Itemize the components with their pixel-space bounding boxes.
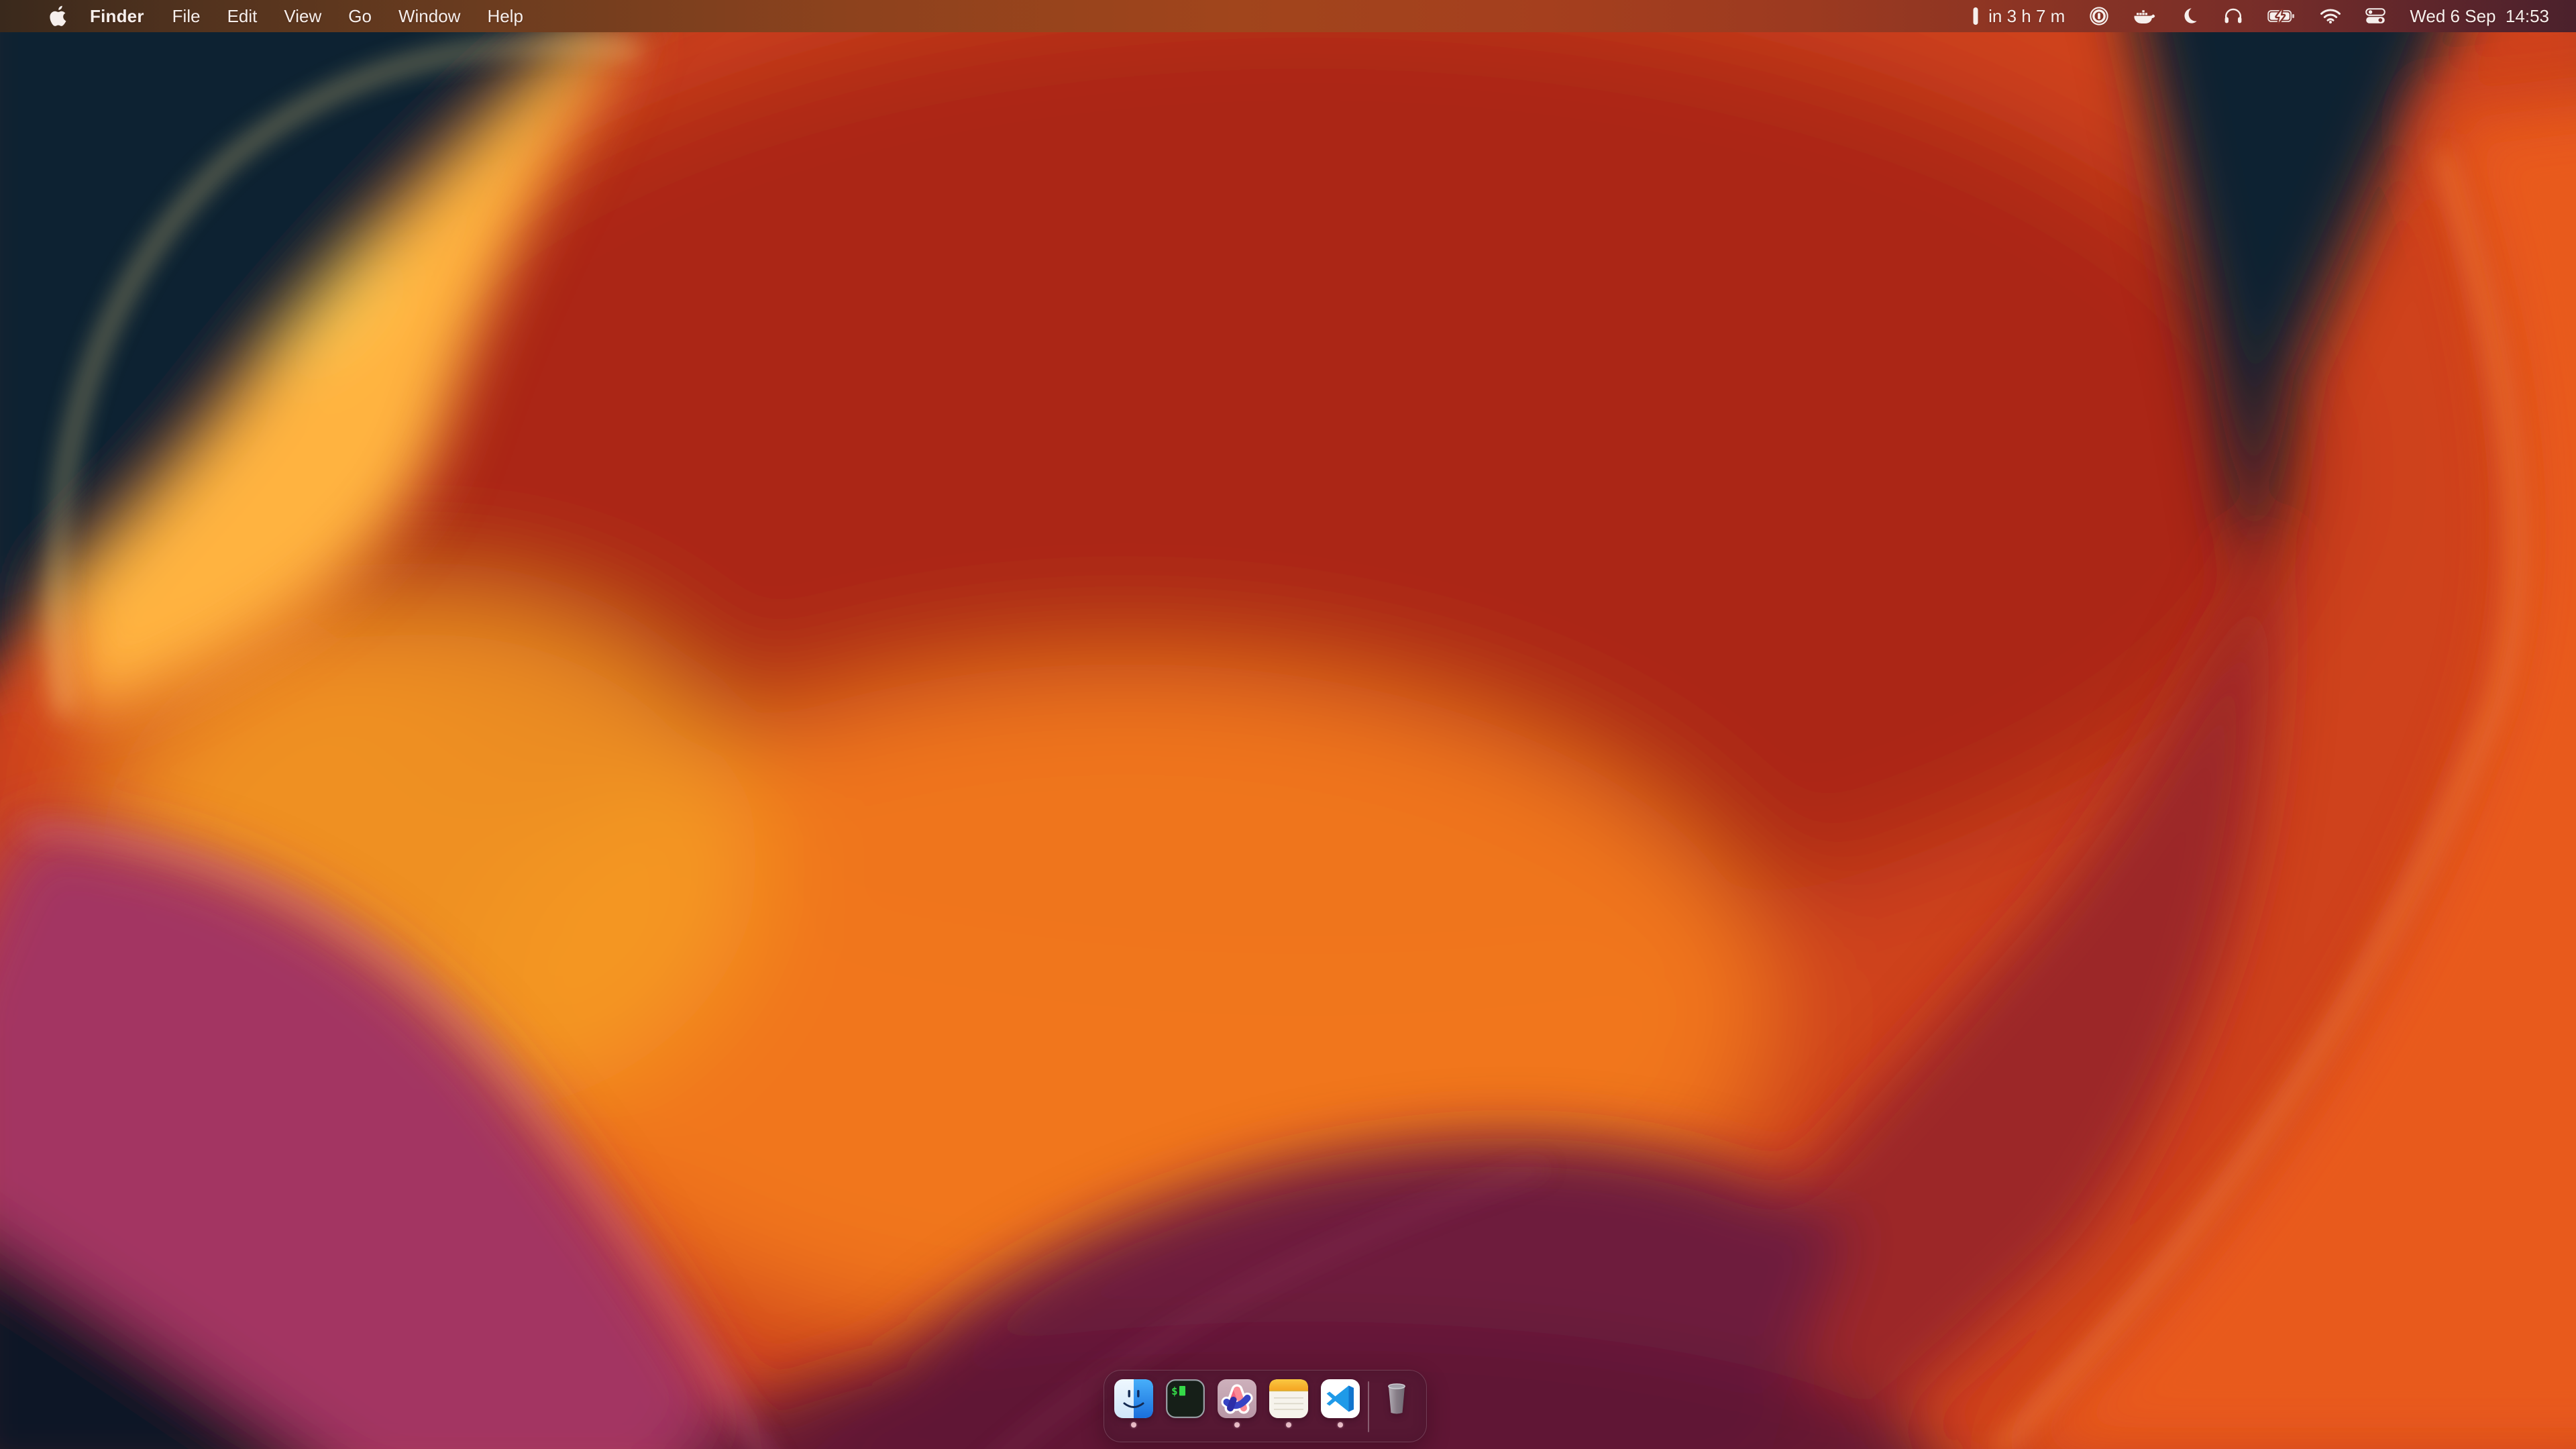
dock: $ — [1104, 1370, 1427, 1442]
menu-bar-menus: FileEditViewGoWindowHelp — [159, 0, 537, 32]
dock-item-visual-studio-code[interactable] — [1321, 1379, 1360, 1428]
wallpaper-ventura — [0, 0, 2576, 1449]
arc-browser-icon — [1218, 1379, 1256, 1418]
dock-trash-slot — [1377, 1379, 1416, 1428]
moon-focus-icon[interactable] — [2180, 7, 2199, 25]
desktop: Finder FileEditViewGoWindowHelp in 3 h 7… — [0, 0, 2576, 1449]
dock-item-notes[interactable] — [1269, 1379, 1308, 1428]
dock-item-trash[interactable] — [1377, 1379, 1416, 1428]
menu-item-file[interactable]: File — [159, 0, 214, 32]
terminal-icon: $ — [1166, 1379, 1205, 1418]
power-ring-icon[interactable] — [2089, 6, 2109, 26]
svg-text:$: $ — [1171, 1385, 1178, 1397]
notes-icon — [1269, 1379, 1308, 1418]
running-indicator-dot — [1338, 1422, 1343, 1428]
control-center-icon[interactable] — [2365, 8, 2385, 24]
docker-whale-icon[interactable] — [2133, 7, 2156, 25]
menu-item-help[interactable]: Help — [474, 0, 536, 32]
battery-charging-icon[interactable] — [2267, 9, 2296, 24]
menu-bar-status-area: in 3 h 7 m Wed 6 Sep 14:53 — [1972, 0, 2576, 32]
finder-icon — [1114, 1379, 1153, 1418]
menu-bar-clock[interactable]: Wed 6 Sep 14:53 — [2410, 6, 2549, 27]
wifi-icon[interactable] — [2320, 8, 2341, 24]
active-app-menu[interactable]: Finder — [75, 6, 159, 27]
headphones-icon[interactable] — [2223, 7, 2243, 25]
dock-apps: $ — [1114, 1379, 1360, 1428]
menu-item-window[interactable]: Window — [385, 0, 474, 32]
vscode-icon — [1321, 1379, 1360, 1418]
dock-item-finder[interactable] — [1114, 1379, 1153, 1428]
dock-item-arc[interactable] — [1218, 1379, 1256, 1428]
trash-icon — [1377, 1379, 1416, 1418]
menu-item-view[interactable]: View — [270, 0, 335, 32]
menu-bar: Finder FileEditViewGoWindowHelp in 3 h 7… — [0, 0, 2576, 32]
session-indicator-icon[interactable] — [1972, 6, 1979, 26]
dock-item-terminal[interactable]: $ — [1166, 1379, 1205, 1428]
menu-item-edit[interactable]: Edit — [214, 0, 271, 32]
menu-item-go[interactable]: Go — [335, 0, 385, 32]
running-indicator-dot — [1131, 1422, 1136, 1428]
apple-logo-icon[interactable] — [42, 0, 75, 32]
running-indicator-dot — [1234, 1422, 1240, 1428]
dock-separator — [1368, 1381, 1369, 1432]
running-indicator-dot — [1286, 1422, 1291, 1428]
shutdown-countdown[interactable]: in 3 h 7 m — [1988, 6, 2065, 27]
